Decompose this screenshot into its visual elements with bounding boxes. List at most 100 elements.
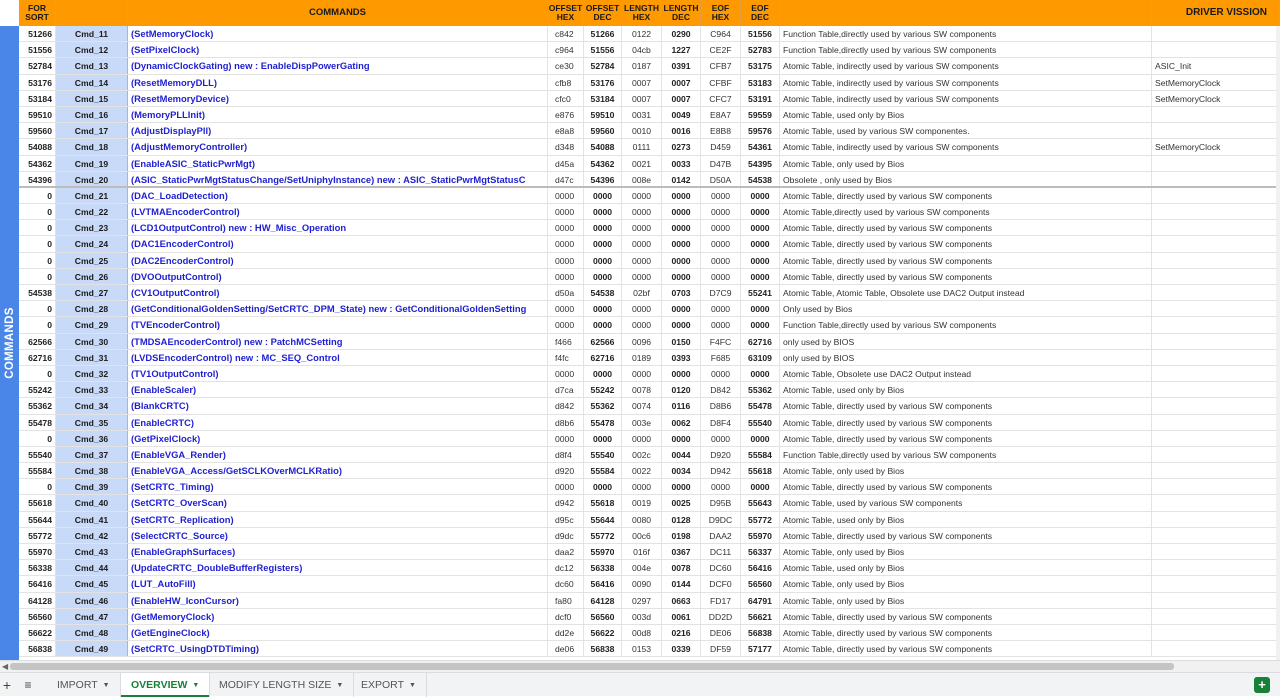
offset-hex-cell[interactable]: e8a8 <box>548 123 584 139</box>
driver-cell[interactable] <box>1152 26 1280 41</box>
header-commands[interactable]: COMMANDS <box>128 0 548 26</box>
cmd-id-cell[interactable]: Cmd_29 <box>56 317 128 333</box>
eof-dec-cell[interactable]: 62716 <box>741 333 780 349</box>
offset-dec-cell[interactable]: 54396 <box>584 171 622 186</box>
table-row[interactable]: 55478 Cmd_35 (EnableCRTC) d8b6 55478 003e 0062… <box>19 414 1280 431</box>
length-dec-cell[interactable]: 0044 <box>662 446 701 463</box>
length-dec-cell[interactable]: 0290 <box>662 26 701 42</box>
description-cell[interactable]: Atomic Table, directly used by various S… <box>780 220 1152 236</box>
table-row[interactable]: 55970 Cmd_43 (EnableGraphSurfaces) daa2 5597… <box>19 544 1280 561</box>
length-hex-cell[interactable]: 0000 <box>622 365 662 382</box>
description-cell[interactable]: Function Table,directly used by various … <box>780 317 1152 333</box>
sort-cell[interactable]: 0 <box>19 317 56 333</box>
sort-cell[interactable]: 0 <box>19 220 56 236</box>
sort-cell[interactable]: 54088 <box>19 139 56 155</box>
driver-cell[interactable] <box>1152 609 1280 624</box>
sort-cell[interactable]: 0 <box>19 268 56 284</box>
eof-hex-cell[interactable]: E8A7 <box>701 106 741 123</box>
cmd-id-cell[interactable]: Cmd_23 <box>56 220 128 236</box>
description-cell[interactable]: Atomic Table, indirectly used by various… <box>780 139 1152 155</box>
length-hex-cell[interactable]: 0153 <box>622 641 662 657</box>
command-name-cell[interactable]: (EnableGraphSurfaces) <box>128 544 548 560</box>
description-cell[interactable]: Atomic Table, only used by Bios <box>780 544 1152 560</box>
sort-cell[interactable]: 55362 <box>19 398 56 414</box>
command-name-cell[interactable]: (TVEncoderControl) <box>128 317 548 333</box>
offset-hex-cell[interactable]: f4fc <box>548 349 584 365</box>
sort-cell[interactable]: 54396 <box>19 171 56 186</box>
eof-hex-cell[interactable]: C964 <box>701 26 741 42</box>
offset-hex-cell[interactable]: f466 <box>548 333 584 349</box>
description-cell[interactable]: Function Table,directly used by various … <box>780 42 1152 58</box>
eof-dec-cell[interactable]: 0000 <box>741 430 780 446</box>
length-hex-cell[interactable]: 0078 <box>622 382 662 398</box>
description-cell[interactable]: Atomic Table, directly used by various S… <box>780 414 1152 430</box>
cmd-id-cell[interactable]: Cmd_34 <box>56 398 128 414</box>
eof-dec-cell[interactable]: 55772 <box>741 511 780 527</box>
offset-dec-cell[interactable]: 52784 <box>584 58 622 74</box>
cmd-id-cell[interactable]: Cmd_28 <box>56 301 128 317</box>
eof-hex-cell[interactable]: 0000 <box>701 479 741 495</box>
length-hex-cell[interactable]: 0000 <box>622 317 662 333</box>
offset-dec-cell[interactable]: 55478 <box>584 414 622 430</box>
command-name-cell[interactable]: (ResetMemoryDevice) <box>128 90 548 106</box>
offset-dec-cell[interactable]: 53184 <box>584 90 622 106</box>
table-row[interactable]: 55540 Cmd_37 (EnableVGA_Render) d8f4 55540 00… <box>19 446 1280 464</box>
driver-cell[interactable] <box>1152 593 1280 608</box>
cmd-id-cell[interactable]: Cmd_27 <box>56 285 128 301</box>
table-row[interactable]: 55618 Cmd_40 (SetCRTC_OverScan) d942 55618 00… <box>19 495 1280 512</box>
length-dec-cell[interactable]: 0216 <box>662 624 701 641</box>
driver-cell[interactable] <box>1152 431 1280 446</box>
sort-cell[interactable]: 56560 <box>19 608 56 624</box>
table-row[interactable]: 51266 Cmd_11 (SetMemoryClock) c842 51266 0122… <box>19 26 1280 43</box>
table-row[interactable]: 0 Cmd_25 (DAC2EncoderControl) 0000 0000 0000 0… <box>19 252 1280 269</box>
description-cell[interactable]: Atomic Table, Atomic Table, Obsolete use… <box>780 285 1152 301</box>
length-hex-cell[interactable]: 0000 <box>622 430 662 446</box>
cmd-id-cell[interactable]: Cmd_40 <box>56 495 128 511</box>
length-dec-cell[interactable]: 0034 <box>662 463 701 479</box>
eof-dec-cell[interactable]: 54538 <box>741 171 780 186</box>
offset-dec-cell[interactable]: 56338 <box>584 560 622 576</box>
sort-cell[interactable]: 55478 <box>19 414 56 430</box>
cmd-id-cell[interactable]: Cmd_37 <box>56 446 128 463</box>
description-cell[interactable]: Atomic Table, indirectly used by various… <box>780 90 1152 106</box>
cmd-id-cell[interactable]: Cmd_30 <box>56 333 128 349</box>
eof-hex-cell[interactable]: CFC7 <box>701 90 741 106</box>
command-name-cell[interactable]: (ASIC_StaticPwrMgtStatusChange/SetUniphy… <box>128 171 548 186</box>
description-cell[interactable]: only used by BIOS <box>780 333 1152 349</box>
command-name-cell[interactable]: (AdjustMemoryController) <box>128 139 548 155</box>
offset-hex-cell[interactable]: dd2e <box>548 624 584 641</box>
length-dec-cell[interactable]: 0000 <box>662 204 701 220</box>
length-dec-cell[interactable]: 0000 <box>662 236 701 252</box>
length-hex-cell[interactable]: 003d <box>622 608 662 624</box>
length-hex-cell[interactable]: 0019 <box>622 495 662 511</box>
eof-hex-cell[interactable]: F685 <box>701 349 741 365</box>
offset-hex-cell[interactable]: dc12 <box>548 560 584 576</box>
driver-cell[interactable] <box>1152 415 1280 430</box>
command-name-cell[interactable]: (SelectCRTC_Source) <box>128 527 548 543</box>
horizontal-scrollbar[interactable]: ◀ <box>0 660 1280 672</box>
eof-dec-cell[interactable]: 0000 <box>741 365 780 382</box>
offset-hex-cell[interactable]: d348 <box>548 139 584 155</box>
eof-dec-cell[interactable]: 0000 <box>741 268 780 284</box>
table-row[interactable]: 56338 Cmd_44 (UpdateCRTC_DoubleBufferRegis… <box>19 560 1280 577</box>
length-dec-cell[interactable]: 0049 <box>662 106 701 123</box>
cmd-id-cell[interactable]: Cmd_44 <box>56 560 128 576</box>
table-row[interactable]: 0 Cmd_26 (DVOOutputControl) 0000 0000 0000 000… <box>19 268 1280 285</box>
driver-cell[interactable]: SetMemoryClock <box>1152 75 1280 90</box>
sort-cell[interactable]: 59510 <box>19 106 56 123</box>
driver-cell[interactable] <box>1152 625 1280 640</box>
length-dec-cell[interactable]: 0198 <box>662 527 701 543</box>
offset-hex-cell[interactable]: cfc0 <box>548 90 584 106</box>
offset-hex-cell[interactable]: d942 <box>548 495 584 511</box>
cmd-id-cell[interactable]: Cmd_36 <box>56 430 128 446</box>
offset-hex-cell[interactable]: 0000 <box>548 317 584 333</box>
length-dec-cell[interactable]: 0144 <box>662 576 701 592</box>
eof-hex-cell[interactable]: D47B <box>701 155 741 171</box>
offset-dec-cell[interactable]: 59510 <box>584 106 622 123</box>
sort-cell[interactable]: 55772 <box>19 527 56 543</box>
length-hex-cell[interactable]: 0000 <box>622 236 662 252</box>
eof-hex-cell[interactable]: 0000 <box>701 365 741 382</box>
eof-dec-cell[interactable]: 53191 <box>741 90 780 106</box>
command-name-cell[interactable]: (EnableScaler) <box>128 382 548 398</box>
offset-dec-cell[interactable]: 59560 <box>584 123 622 139</box>
